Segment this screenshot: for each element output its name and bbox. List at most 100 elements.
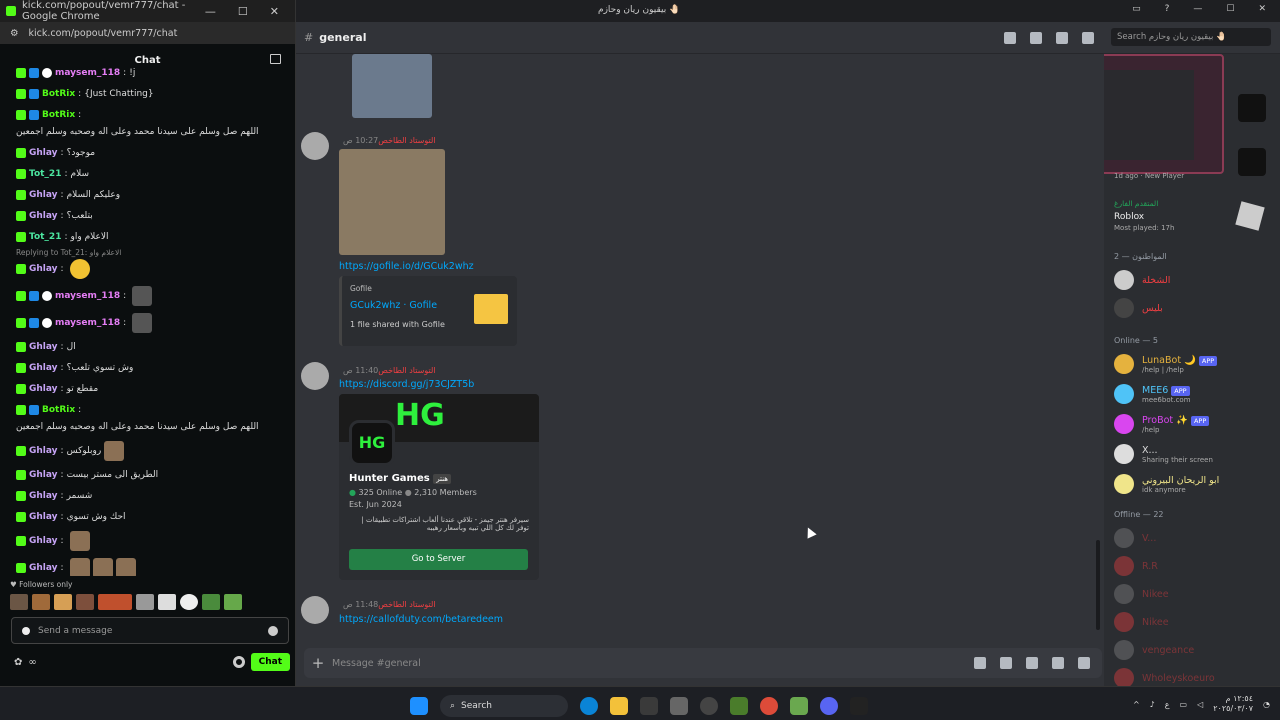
chat-username[interactable]: BotRix bbox=[42, 108, 75, 122]
windows-start-icon[interactable] bbox=[410, 697, 428, 715]
emote[interactable] bbox=[76, 594, 94, 610]
chat-username[interactable]: Ghlay bbox=[29, 262, 58, 276]
member-item[interactable]: MEE6 APP mee6bot.com bbox=[1114, 384, 1274, 404]
chat-username[interactable]: maysem_118 bbox=[55, 316, 120, 330]
chat-username[interactable]: Ghlay bbox=[29, 382, 58, 396]
notification-icon[interactable]: ◔ bbox=[1263, 700, 1270, 709]
member-item[interactable]: R.R bbox=[1114, 556, 1274, 576]
chevron-up-icon[interactable]: ^ bbox=[1133, 700, 1140, 709]
edge-icon[interactable] bbox=[580, 697, 598, 715]
help-icon[interactable]: ? bbox=[1165, 4, 1170, 14]
emote[interactable] bbox=[158, 594, 176, 610]
embed-title[interactable]: GCuk2whz · Gofile bbox=[350, 300, 437, 311]
file-explorer-icon[interactable] bbox=[610, 697, 628, 715]
member-item[interactable]: بليس bbox=[1114, 298, 1274, 318]
gift-icon[interactable] bbox=[270, 54, 281, 64]
emote[interactable] bbox=[10, 594, 28, 610]
taskbar-search[interactable]: ⌕ Search bbox=[440, 695, 568, 717]
site-settings-icon[interactable]: ⚙ bbox=[10, 28, 19, 39]
member-item[interactable]: ProBot ✨ APP/help bbox=[1114, 414, 1274, 434]
emote[interactable] bbox=[136, 594, 154, 610]
close-icon[interactable]: ✕ bbox=[270, 5, 279, 18]
message-link[interactable]: https://gofile.io/d/GCuk2whz bbox=[339, 261, 474, 272]
message-link[interactable]: https://callofduty.com/betaredeem bbox=[339, 614, 503, 625]
member-item[interactable]: LunaBot 🌙 APP/help | /help bbox=[1114, 354, 1274, 374]
settings-gear-icon[interactable] bbox=[232, 656, 245, 668]
message-composer[interactable]: + Message #general bbox=[304, 648, 1102, 678]
avatar[interactable] bbox=[301, 596, 329, 624]
member-item[interactable]: Wholeyskoeuro bbox=[1114, 668, 1274, 686]
apps-icon[interactable] bbox=[1078, 657, 1090, 669]
send-chat-button[interactable]: Chat bbox=[250, 653, 290, 671]
chat-username[interactable]: Ghlay bbox=[29, 188, 58, 202]
screen-share-preview[interactable] bbox=[1104, 54, 1224, 174]
gift-icon[interactable] bbox=[974, 657, 986, 669]
chat-username[interactable]: maysem_118 bbox=[55, 289, 120, 303]
chat-username[interactable]: Ghlay bbox=[29, 361, 58, 375]
member-item[interactable]: X... Sharing their screen bbox=[1114, 444, 1274, 464]
window-controls[interactable]: — ☐ ✕ bbox=[205, 5, 289, 18]
scrollbar[interactable] bbox=[1096, 540, 1100, 630]
chat-username[interactable]: Ghlay bbox=[29, 146, 58, 160]
add-attachment-icon[interactable]: + bbox=[304, 654, 332, 672]
threads-icon[interactable] bbox=[1004, 32, 1016, 44]
member-item[interactable]: Nikee bbox=[1114, 612, 1274, 632]
emote[interactable] bbox=[202, 594, 220, 610]
emoji-icon[interactable] bbox=[268, 625, 278, 636]
members-icon[interactable] bbox=[1082, 32, 1094, 44]
chat-username[interactable]: Ghlay bbox=[29, 561, 58, 575]
maximize-icon[interactable]: ☐ bbox=[1226, 4, 1234, 14]
chat-username[interactable]: Tot_21 bbox=[29, 167, 61, 181]
minimize-icon[interactable]: — bbox=[205, 5, 216, 18]
chat-username[interactable]: Tot_21 bbox=[29, 230, 61, 244]
avatar[interactable] bbox=[301, 132, 329, 160]
store-icon[interactable] bbox=[640, 697, 658, 715]
emote[interactable] bbox=[32, 594, 50, 610]
emote[interactable] bbox=[54, 594, 72, 610]
member-item[interactable]: الشخلة bbox=[1114, 270, 1274, 290]
epic-games-icon[interactable] bbox=[850, 697, 868, 715]
chat-username[interactable]: Ghlay bbox=[29, 340, 58, 354]
window-controls[interactable]: ▭? — ☐ ✕ bbox=[1132, 4, 1266, 14]
composer-tools[interactable] bbox=[974, 657, 1102, 669]
volume-icon[interactable]: ◁ bbox=[1197, 700, 1203, 709]
member-item[interactable]: ابو الريحان البيروني idk anymore bbox=[1114, 474, 1274, 494]
language-indicator[interactable]: ع bbox=[1165, 700, 1170, 709]
sticker-icon[interactable] bbox=[1026, 657, 1038, 669]
discord-icon[interactable] bbox=[820, 697, 838, 715]
chat-username[interactable]: maysem_118 bbox=[55, 66, 120, 80]
points-icon[interactable]: ✿ bbox=[14, 657, 22, 668]
bell-icon[interactable] bbox=[1030, 32, 1042, 44]
image-attachment[interactable] bbox=[352, 54, 432, 118]
message-link[interactable]: https://discord.gg/j73CJZT5b bbox=[339, 379, 474, 390]
chat-username[interactable]: Ghlay bbox=[29, 468, 58, 482]
emote[interactable] bbox=[98, 594, 132, 610]
chat-input[interactable]: Send a message bbox=[11, 617, 289, 644]
app-icon[interactable] bbox=[790, 697, 808, 715]
app-icon[interactable] bbox=[730, 697, 748, 715]
system-tray[interactable]: ^ ♪ ع ▭ ◁ ١٢:٥٤ م ٢٠٢٥/٠٣/٠٧ ◔ bbox=[1133, 694, 1270, 714]
member-item[interactable]: Nikee bbox=[1114, 584, 1274, 604]
emote[interactable] bbox=[224, 594, 242, 610]
clock[interactable]: ١٢:٥٤ م ٢٠٢٥/٠٣/٠٧ bbox=[1213, 694, 1253, 714]
chat-username[interactable]: Ghlay bbox=[29, 510, 58, 524]
minimize-icon[interactable]: — bbox=[1193, 4, 1202, 14]
pin-icon[interactable] bbox=[1056, 32, 1068, 44]
gif-icon[interactable] bbox=[1000, 657, 1012, 669]
avatar[interactable] bbox=[301, 362, 329, 390]
inbox-icon[interactable]: ▭ bbox=[1132, 4, 1141, 14]
monkey-image[interactable] bbox=[339, 149, 445, 255]
activity-user[interactable]: المتقدم الفارغ bbox=[1114, 199, 1158, 208]
header-icons[interactable] bbox=[1004, 32, 1094, 44]
close-icon[interactable]: ✕ bbox=[1258, 4, 1266, 14]
app-icon[interactable] bbox=[670, 697, 688, 715]
chat-username[interactable]: BotRix bbox=[42, 87, 75, 101]
emote[interactable] bbox=[180, 594, 198, 610]
message-author[interactable]: التوستاد الطاخص10:27 ص bbox=[339, 136, 436, 145]
chat-username[interactable]: Ghlay bbox=[29, 489, 58, 503]
emoji-icon[interactable] bbox=[1052, 657, 1064, 669]
emote-bar[interactable] bbox=[10, 594, 242, 610]
search-input[interactable]: Search بيقيون ريان وحازم 🤚🏻 bbox=[1111, 28, 1271, 46]
go-to-server-button[interactable]: Go to Server bbox=[349, 549, 528, 570]
network-icon[interactable]: ▭ bbox=[1180, 700, 1188, 709]
